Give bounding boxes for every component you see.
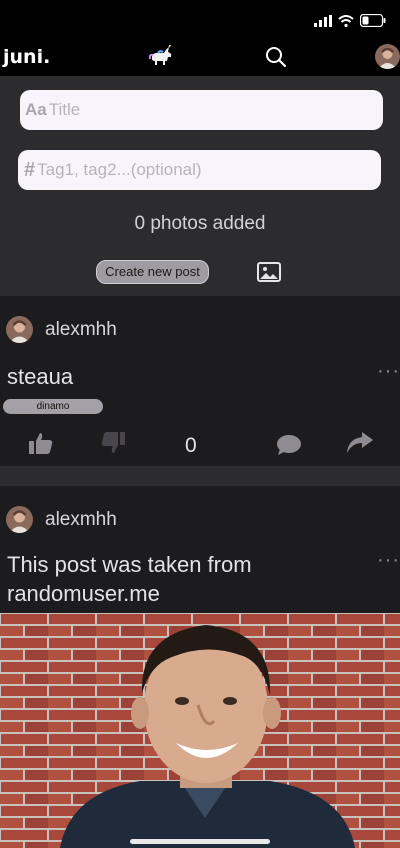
author-name[interactable]: alexmhh <box>45 319 117 341</box>
status-bar <box>0 0 400 42</box>
post-tag[interactable]: dinamo <box>3 399 103 414</box>
tags-placeholder: Tag1, tag2...(optional) <box>37 160 202 179</box>
post-author[interactable]: alexmhh <box>6 506 117 533</box>
title-prefix: Aa <box>25 100 47 119</box>
brand-name[interactable]: juni. <box>3 46 50 68</box>
profile-avatar[interactable] <box>375 44 400 69</box>
create-post-button[interactable]: Create new post <box>96 260 209 284</box>
likes-count: 0 <box>185 434 197 457</box>
new-post-composer: Aa Title # Tag1, tag2...(optional) 0 pho… <box>0 76 400 296</box>
post-text: This post was taken from randomuser.me <box>7 550 252 608</box>
post-card: alexmhh ··· This post was taken from ran… <box>0 486 400 848</box>
search-icon[interactable] <box>265 46 287 68</box>
image-icon[interactable] <box>257 262 281 282</box>
post-text: steaua <box>7 364 74 389</box>
post-photo[interactable] <box>0 613 400 848</box>
share-icon[interactable] <box>346 432 374 454</box>
title-placeholder: Title <box>48 100 81 119</box>
photos-count: 0 photos added <box>134 213 266 234</box>
wifi-icon <box>338 14 354 27</box>
tags-input[interactable]: # Tag1, tag2...(optional) <box>18 150 381 190</box>
unicorn-logo-icon[interactable] <box>148 45 174 69</box>
thumbs-down-icon[interactable] <box>101 432 125 454</box>
status-icons <box>314 14 386 27</box>
post-text-line: randomuser.me <box>7 581 160 606</box>
tags-prefix: # <box>24 158 36 181</box>
battery-icon <box>360 14 386 27</box>
author-avatar[interactable] <box>6 506 33 533</box>
author-avatar[interactable] <box>6 316 33 343</box>
post-menu-button[interactable]: ··· <box>377 360 400 383</box>
post-card: alexmhh ··· steaua dinamo 0 <box>0 296 400 466</box>
author-name[interactable]: alexmhh <box>45 509 117 531</box>
title-input[interactable]: Aa Title <box>20 90 383 130</box>
post-author[interactable]: alexmhh <box>6 316 117 343</box>
post-text-line: This post was taken from <box>7 552 252 577</box>
cellular-signal-icon <box>314 14 332 27</box>
post-menu-button[interactable]: ··· <box>377 549 400 572</box>
comment-icon[interactable] <box>276 434 302 456</box>
post-actions: 0 <box>0 432 400 458</box>
top-nav-bar: juni. <box>0 42 400 76</box>
post-separator <box>0 466 400 486</box>
home-indicator <box>130 839 270 844</box>
thumbs-up-icon[interactable] <box>29 432 53 454</box>
